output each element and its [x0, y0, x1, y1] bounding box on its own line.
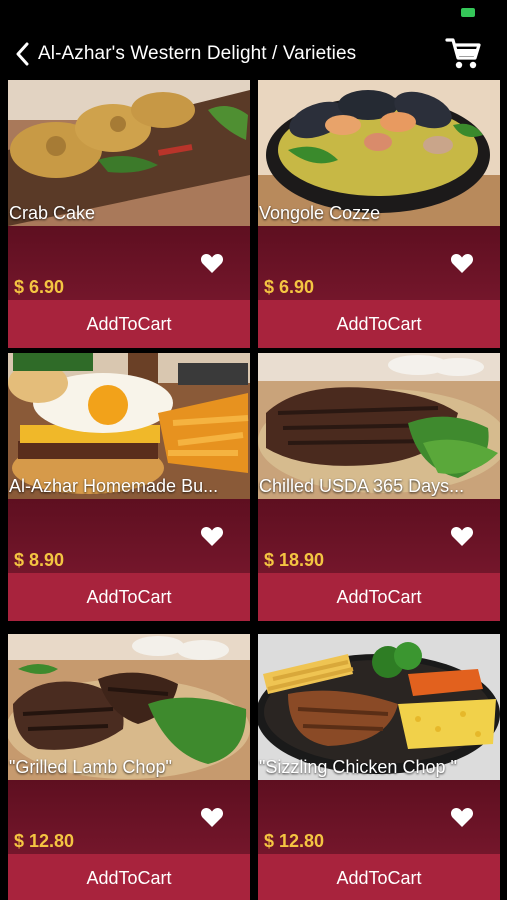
product-card[interactable]: Al-Azhar Homemade Bu... $ 8.90 AddToCart [8, 353, 250, 621]
product-card[interactable]: Crab Cake $ 6.90 AddToCart [8, 80, 250, 348]
status-bar [0, 0, 507, 30]
product-name: Vongole Cozze [259, 203, 381, 223]
heart-icon[interactable] [450, 806, 474, 828]
product-card[interactable]: Chilled USDA 365 Days... $ 18.90 AddToCa… [258, 353, 500, 621]
nav-bar: Al-Azhar's Western Delight / Varieties [0, 30, 507, 78]
product-price: $ 12.80 [264, 831, 325, 851]
chevron-left-icon[interactable] [6, 30, 38, 78]
heart-icon[interactable] [450, 252, 474, 274]
product-price: $ 6.90 [264, 277, 315, 297]
product-card[interactable]: Vongole Cozze $ 6.90 AddToCart [258, 80, 500, 348]
product-name: Al-Azhar Homemade Bu... [9, 476, 219, 496]
add-to-cart-button[interactable]: AddToCart [258, 300, 500, 348]
product-grid: Crab Cake $ 6.90 AddToCart Vongole Cozze… [0, 78, 507, 900]
add-to-cart-button[interactable]: AddToCart [258, 854, 500, 900]
add-to-cart-button[interactable]: AddToCart [258, 573, 500, 621]
product-price: $ 12.80 [14, 831, 75, 851]
product-card[interactable]: "Grilled Lamb Chop" $ 12.80 AddToCart [8, 634, 250, 900]
product-name: Crab Cake [9, 203, 96, 223]
add-to-cart-button[interactable]: AddToCart [8, 854, 250, 900]
product-price: $ 8.90 [14, 550, 65, 570]
battery-icon [461, 8, 475, 17]
heart-icon[interactable] [200, 806, 224, 828]
product-name: Chilled USDA 365 Days... [259, 476, 465, 496]
product-name: "Sizzling Chicken Chop " [259, 757, 457, 777]
shopping-cart-icon[interactable] [445, 36, 481, 70]
heart-icon[interactable] [200, 252, 224, 274]
page-title: Al-Azhar's Western Delight / Varieties [38, 43, 357, 64]
add-to-cart-button[interactable]: AddToCart [8, 573, 250, 621]
product-card[interactable]: "Sizzling Chicken Chop " $ 12.80 AddToCa… [258, 634, 500, 900]
heart-icon[interactable] [450, 525, 474, 547]
product-price: $ 18.90 [264, 550, 325, 570]
add-to-cart-button[interactable]: AddToCart [8, 300, 250, 348]
heart-icon[interactable] [200, 525, 224, 547]
product-price: $ 6.90 [14, 277, 65, 297]
product-name: "Grilled Lamb Chop" [9, 757, 172, 777]
